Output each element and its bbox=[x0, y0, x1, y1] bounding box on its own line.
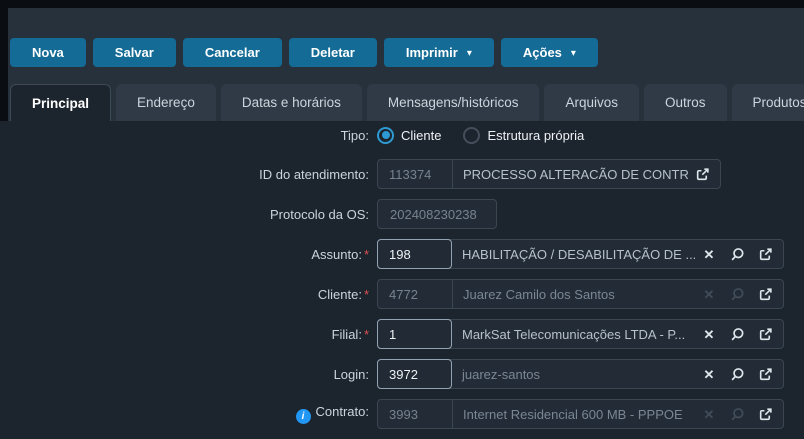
tipo-radio-group: Cliente Estrutura própria bbox=[377, 127, 584, 144]
open-external-icon[interactable] bbox=[751, 241, 779, 267]
protocolo-os-field-group bbox=[377, 199, 497, 229]
login-description: juarez-santos bbox=[452, 360, 695, 388]
open-external-icon[interactable] bbox=[751, 401, 779, 427]
protocolo-os-input[interactable] bbox=[390, 207, 484, 222]
tipo-row: Tipo: Cliente Estrutura própria bbox=[0, 124, 804, 146]
radio-option-estrutura-propria[interactable]: Estrutura própria bbox=[463, 127, 584, 144]
nova-button-label: Nova bbox=[32, 45, 64, 60]
principal-tab-content: Tipo: Cliente Estrutura própria ID do at… bbox=[0, 121, 804, 439]
radio-estrutura-propria-label: Estrutura própria bbox=[487, 128, 584, 143]
clear-icon[interactable]: ✕ bbox=[695, 321, 723, 347]
deletar-button-label: Deletar bbox=[311, 45, 355, 60]
tab-produtos[interactable]: Produtos bbox=[732, 84, 804, 121]
tab-datas-e-horarios[interactable]: Datas e horários bbox=[221, 84, 362, 121]
acoes-button-label: Ações bbox=[523, 45, 562, 60]
assunto-label: Assunto: bbox=[311, 247, 362, 262]
id-atendimento-label: ID do atendimento: bbox=[259, 167, 369, 182]
cancelar-button-label: Cancelar bbox=[205, 45, 260, 60]
login-field-group: juarez-santos ✕ bbox=[377, 359, 784, 389]
deletar-button[interactable]: Deletar bbox=[289, 38, 377, 67]
required-asterisk: * bbox=[364, 327, 369, 342]
required-asterisk: * bbox=[364, 247, 369, 262]
login-id-input[interactable] bbox=[389, 367, 440, 382]
cliente-id-input[interactable] bbox=[389, 287, 441, 302]
filial-description: MarkSat Telecomunicações LTDA - P... bbox=[452, 320, 695, 348]
protocolo-os-label: Protocolo da OS: bbox=[270, 207, 369, 222]
salvar-button-label: Salvar bbox=[115, 45, 154, 60]
assunto-field-group: HABILITAÇÃO / DESABILITAÇÃO DE ... ✕ bbox=[377, 239, 784, 269]
search-icon[interactable] bbox=[723, 321, 751, 347]
radio-cliente-label: Cliente bbox=[401, 128, 441, 143]
acoes-dropdown-button[interactable]: Ações ▾ bbox=[501, 38, 598, 67]
id-atendimento-field-group: PROCESSO ALTERACÃO DE CONTRA... bbox=[377, 159, 721, 189]
tab-arquivos[interactable]: Arquivos bbox=[544, 84, 639, 121]
tab-endereco[interactable]: Endereço bbox=[116, 84, 216, 121]
clear-icon[interactable]: ✕ bbox=[695, 361, 723, 387]
search-icon bbox=[723, 281, 751, 307]
assunto-description: HABILITAÇÃO / DESABILITAÇÃO DE ... bbox=[452, 240, 695, 268]
tab-bar: Principal Endereço Datas e horários Mens… bbox=[10, 84, 804, 121]
id-atendimento-description: PROCESSO ALTERACÃO DE CONTRA... bbox=[453, 160, 688, 188]
radio-option-cliente[interactable]: Cliente bbox=[377, 127, 441, 144]
filial-label: Filial: bbox=[332, 327, 362, 342]
contrato-description: Internet Residencial 600 MB - PPPOE bbox=[453, 400, 695, 428]
cliente-field-group: Juarez Camilo dos Santos ✕ bbox=[377, 279, 784, 309]
contrato-id-input[interactable] bbox=[389, 407, 441, 422]
clear-icon[interactable]: ✕ bbox=[695, 241, 723, 267]
contrato-row: i Contrato: Internet Residencial 600 MB -… bbox=[0, 399, 804, 429]
salvar-button[interactable]: Salvar bbox=[93, 38, 176, 67]
filial-field-group: MarkSat Telecomunicações LTDA - P... ✕ bbox=[377, 319, 784, 349]
search-icon[interactable] bbox=[723, 241, 751, 267]
open-external-icon[interactable] bbox=[751, 321, 779, 347]
filial-row: Filial:* MarkSat Telecomunicações LTDA -… bbox=[0, 319, 804, 349]
login-row: Login: juarez-santos ✕ bbox=[0, 359, 804, 389]
login-label: Login: bbox=[334, 367, 369, 382]
chevron-down-icon: ▾ bbox=[467, 49, 472, 59]
search-icon bbox=[723, 401, 751, 427]
imprimir-dropdown-button[interactable]: Imprimir ▾ bbox=[384, 38, 494, 67]
tipo-label: Tipo: bbox=[0, 128, 377, 143]
cancelar-button[interactable]: Cancelar bbox=[183, 38, 282, 67]
required-asterisk: * bbox=[364, 287, 369, 302]
open-external-icon[interactable] bbox=[751, 361, 779, 387]
contrato-field-group: Internet Residencial 600 MB - PPPOE ✕ bbox=[377, 399, 784, 429]
toolbar-panel: Nova Salvar Cancelar Deletar Imprimir ▾ … bbox=[8, 8, 804, 121]
filial-id-input[interactable] bbox=[389, 327, 440, 342]
id-atendimento-input[interactable] bbox=[389, 167, 441, 182]
search-icon[interactable] bbox=[723, 361, 751, 387]
tab-outros[interactable]: Outros bbox=[644, 84, 727, 121]
toolbar: Nova Salvar Cancelar Deletar Imprimir ▾ … bbox=[10, 38, 598, 67]
assunto-id-input[interactable] bbox=[389, 247, 440, 262]
imprimir-button-label: Imprimir bbox=[406, 45, 458, 60]
nova-button[interactable]: Nova bbox=[10, 38, 86, 67]
radio-unselected-icon[interactable] bbox=[463, 127, 480, 144]
open-external-icon[interactable] bbox=[688, 161, 716, 187]
clear-icon: ✕ bbox=[695, 401, 723, 427]
radio-selected-icon[interactable] bbox=[377, 127, 394, 144]
cliente-description: Juarez Camilo dos Santos bbox=[453, 280, 695, 308]
id-atendimento-row: ID do atendimento: PROCESSO ALTERACÃO DE… bbox=[0, 159, 804, 189]
protocolo-os-row: Protocolo da OS: bbox=[0, 199, 804, 229]
cliente-row: Cliente:* Juarez Camilo dos Santos ✕ bbox=[0, 279, 804, 309]
assunto-row: Assunto:* HABILITAÇÃO / DESABILITAÇÃO DE… bbox=[0, 239, 804, 269]
chevron-down-icon: ▾ bbox=[571, 49, 576, 59]
cliente-label: Cliente: bbox=[318, 287, 362, 302]
contrato-label: Contrato: bbox=[316, 404, 369, 419]
header-frame: Nova Salvar Cancelar Deletar Imprimir ▾ … bbox=[0, 0, 804, 121]
tab-principal[interactable]: Principal bbox=[10, 84, 111, 121]
clear-icon: ✕ bbox=[695, 281, 723, 307]
info-icon[interactable]: i bbox=[296, 409, 311, 424]
open-external-icon[interactable] bbox=[751, 281, 779, 307]
tab-mensagens-historicos[interactable]: Mensagens/históricos bbox=[367, 84, 540, 121]
